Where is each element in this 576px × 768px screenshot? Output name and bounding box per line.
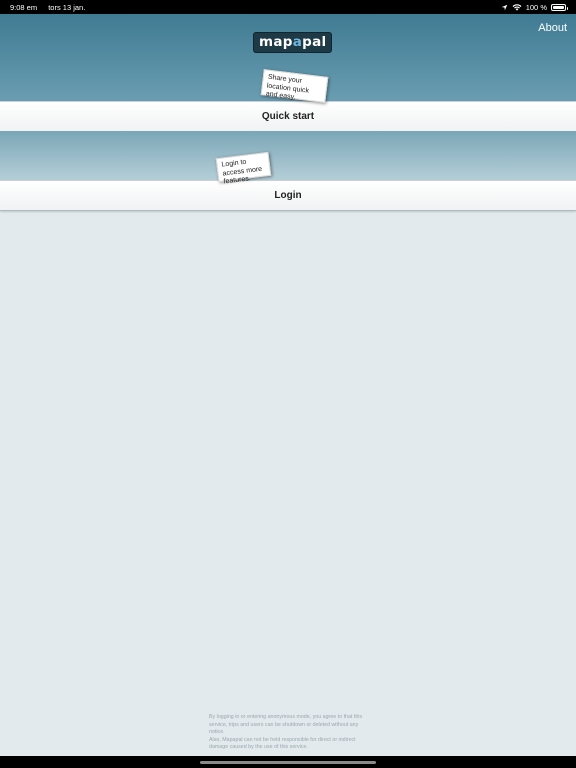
battery-level (553, 5, 564, 9)
login-label: Login (274, 190, 302, 201)
mid-band (0, 131, 576, 180)
home-indicator[interactable] (200, 761, 376, 764)
status-bar: 9:08 em tors 13 jan. 100 % (0, 0, 576, 14)
location-arrow-icon (501, 4, 508, 11)
logo-part-pal: pal (302, 34, 327, 50)
login-button[interactable]: Login (0, 180, 576, 211)
logo-part-accent: a (292, 34, 303, 50)
status-date: tors 13 jan. (48, 2, 86, 12)
disclaimer-line-1: By logging in or entering anonymous mode… (209, 714, 363, 735)
status-right: 100 % (501, 2, 568, 12)
quick-start-button[interactable]: Quick start (0, 101, 576, 132)
wifi-icon (512, 3, 522, 11)
status-time: 9:08 em (10, 2, 38, 12)
status-left: 9:08 em tors 13 jan. (10, 3, 94, 12)
mapapal-logo: mapapal (254, 33, 332, 52)
about-link[interactable]: About (538, 22, 567, 34)
disclaimer: By logging in or entering anonymous mode… (209, 714, 374, 752)
quick-start-label: Quick start (261, 111, 315, 122)
logo-part-map: map (259, 34, 293, 50)
battery-percent: 100 % (525, 2, 547, 12)
battery-icon (551, 3, 568, 11)
disclaimer-line-2: Also, Mapapal can not be held responsibl… (209, 736, 356, 751)
bottom-bar (0, 756, 576, 768)
